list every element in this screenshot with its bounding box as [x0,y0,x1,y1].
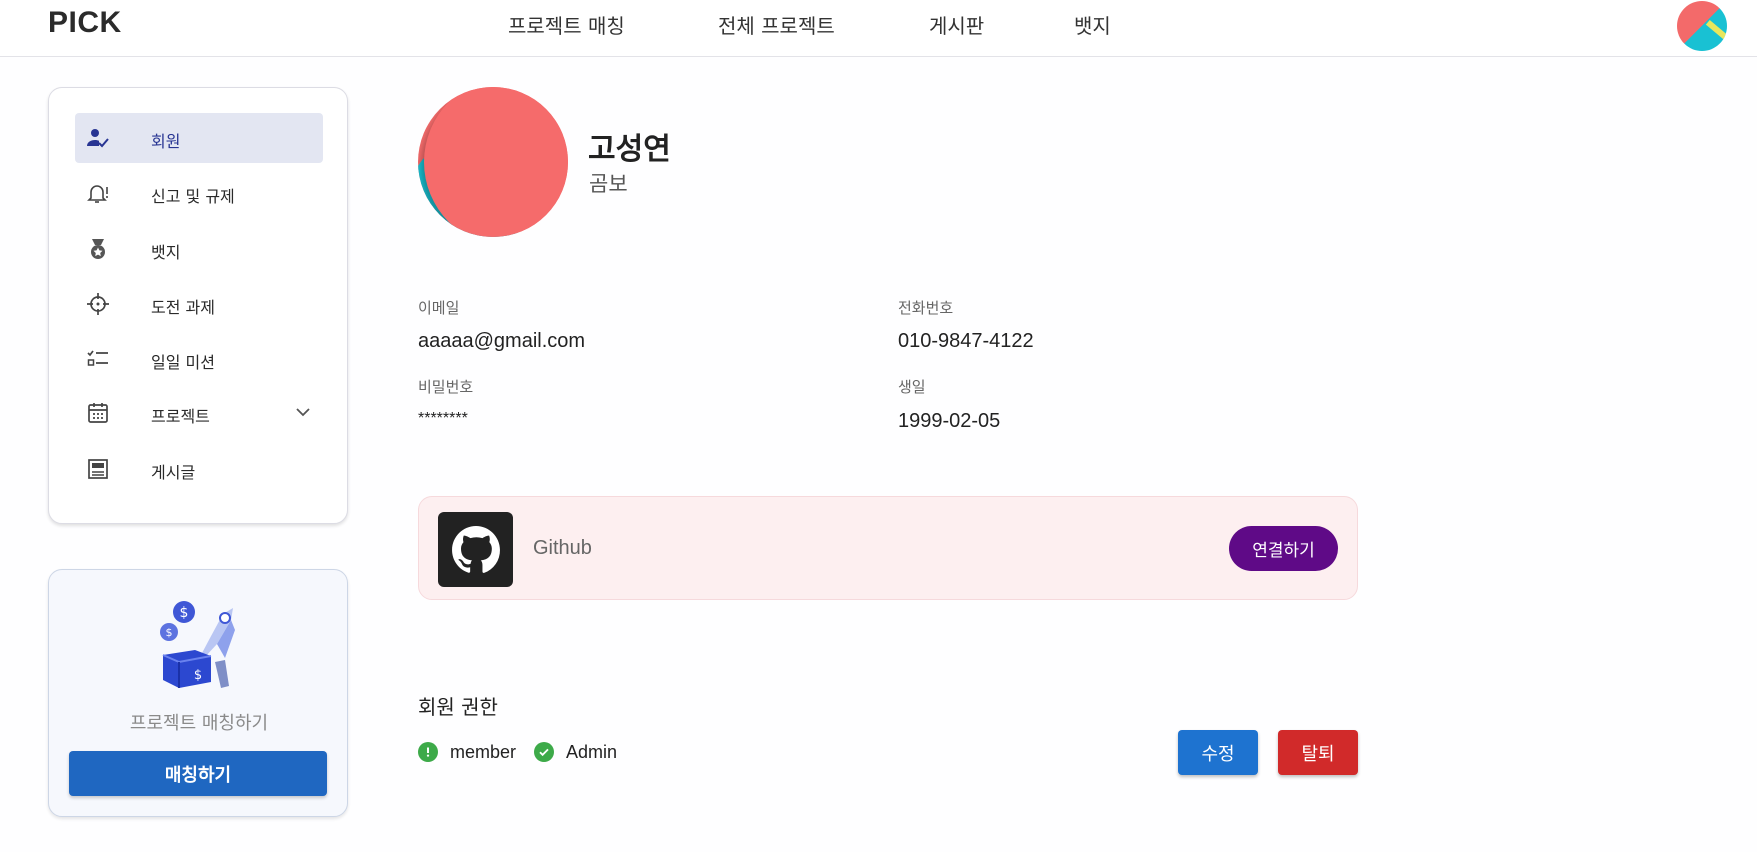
sidebar-item-reports[interactable]: 신고 및 규제 [75,168,323,218]
password-label: 비밀번호 [418,378,474,396]
alert-circle-icon [418,742,438,762]
sidebar-item-label: 신고 및 규제 [151,187,235,206]
medal-icon [85,236,111,262]
sidebar-item-label: 도전 과제 [151,298,215,317]
sidebar-item-label: 뱃지 [151,243,181,262]
birthday-value: 1999-02-05 [898,410,1001,432]
github-icon [438,512,513,587]
logo[interactable]: PICK [48,6,122,40]
sidebar-menu: 회원 신고 및 규제 뱃지 도전 과제 일일 미션 프로젝트 게시글 [48,87,348,524]
permission-label: member [450,741,517,762]
permission-admin: Admin [534,740,617,764]
rocket-box-illustration: $ $ $ [155,600,245,690]
chevron-down-icon[interactable] [293,402,313,422]
sidebar-item-challenges[interactable]: 도전 과제 [75,279,323,329]
matching-button[interactable]: 매칭하기 [69,751,327,796]
connect-button[interactable]: 연결하기 [1229,526,1338,571]
check-circle-icon [534,742,554,762]
svg-text:$: $ [180,605,189,621]
email-label: 이메일 [418,299,460,317]
email-value: aaaaa@gmail.com [418,330,586,352]
user-check-icon [85,125,111,151]
birthday-label: 생일 [898,378,926,396]
checklist-icon [85,346,111,372]
sidebar-item-label: 프로젝트 [151,407,210,426]
permission-member: member [418,740,516,764]
svg-text:$: $ [194,668,202,683]
withdraw-button[interactable]: 탈퇴 [1278,730,1358,775]
svg-text:$: $ [166,626,173,639]
profile-name: 고성연 [588,132,671,167]
sidebar-item-projects[interactable]: 프로젝트 [75,388,323,438]
github-label: Github [533,537,592,559]
permissions-title: 회원 권한 [418,695,498,719]
permission-label: Admin [566,741,618,762]
sidebar-item-label: 회원 [151,132,181,151]
sidebar-item-members[interactable]: 회원 [75,113,323,163]
sidebar-item-badges[interactable]: 뱃지 [75,224,323,274]
phone-label: 전화번호 [898,299,954,317]
promo-text: 프로젝트 매칭하기 [129,713,269,734]
sidebar-item-posts[interactable]: 게시글 [75,444,323,494]
nav-board[interactable]: 게시판 [929,10,984,39]
calendar-icon [85,400,111,426]
top-header: PICK 프로젝트 매칭 전체 프로젝트 게시판 뱃지 [0,0,1757,57]
nav-project-matching[interactable]: 프로젝트 매칭 [508,10,625,39]
profile-avatar [418,87,568,237]
edit-button[interactable]: 수정 [1178,730,1258,775]
phone-value: 010-9847-4122 [898,330,1034,352]
article-icon [85,456,111,482]
user-avatar[interactable] [1677,1,1727,51]
sidebar-item-label: 게시글 [151,463,196,482]
profile-role: 곰보 [589,172,628,196]
github-connect-panel: Github 연결하기 [418,496,1358,600]
nav-badges[interactable]: 뱃지 [1074,10,1111,39]
project-matching-card: $ $ $ 프로젝트 매칭하기 매칭하기 [48,569,348,817]
sidebar-item-label: 일일 미션 [151,353,215,372]
crosshair-icon [85,291,111,317]
nav-all-projects[interactable]: 전체 프로젝트 [718,10,835,39]
bell-alert-icon [85,180,111,206]
password-value: ******** [418,410,468,427]
sidebar-item-daily-missions[interactable]: 일일 미션 [75,334,323,384]
